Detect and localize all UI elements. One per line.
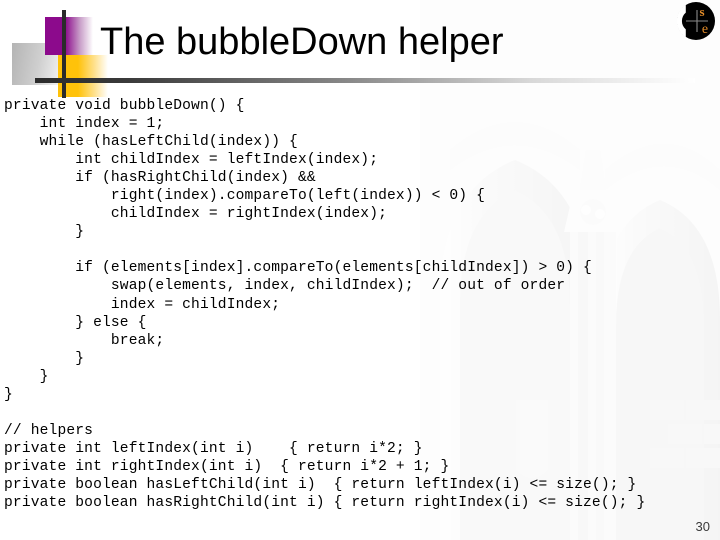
code-line: while (hasLeftChild(index)) {	[4, 134, 298, 151]
code-line: swap(elements, index, childIndex); // ou…	[4, 278, 566, 295]
code-line: } else {	[4, 314, 147, 331]
code-line: private int leftIndex(int i) { return i*…	[4, 440, 423, 457]
code-block: private void bubbleDown() { int index = …	[4, 97, 716, 512]
code-line: index = childIndex;	[4, 296, 281, 313]
code-line: int childIndex = leftIndex(index);	[4, 152, 379, 169]
code-line: }	[4, 386, 13, 403]
slide-title: The bubbleDown helper	[100, 21, 504, 63]
logo-letter-s: s	[699, 4, 704, 19]
code-line: int index = 1;	[4, 116, 165, 133]
purple-square-decoration	[45, 17, 93, 55]
code-line: }	[4, 350, 85, 367]
logo-letter-e: e	[702, 22, 708, 37]
code-line: // helpers	[4, 422, 94, 439]
page-number: 30	[695, 519, 710, 534]
code-line: childIndex = rightIndex(index);	[4, 206, 388, 223]
code-line: if (hasRightChild(index) &&	[4, 170, 316, 187]
cse-logo: s e	[676, 2, 715, 40]
code-line: private int rightIndex(int i) { return i…	[4, 458, 450, 475]
code-line: private void bubbleDown() {	[4, 98, 245, 114]
code-line: }	[4, 224, 85, 241]
slide: The bubbleDown helper s e private void b…	[0, 0, 720, 540]
code-line: break;	[4, 332, 165, 349]
code-line: private boolean hasLeftChild(int i) { re…	[4, 476, 637, 493]
code-line: if (elements[index].compareTo(elements[c…	[4, 260, 592, 277]
title-underline-rule	[35, 78, 695, 83]
code-line: private boolean hasRightChild(int i) { r…	[4, 495, 646, 512]
vertical-rule-decoration	[62, 10, 66, 98]
code-line: }	[4, 368, 49, 385]
code-line: right(index).compareTo(left(index)) < 0)…	[4, 188, 486, 205]
